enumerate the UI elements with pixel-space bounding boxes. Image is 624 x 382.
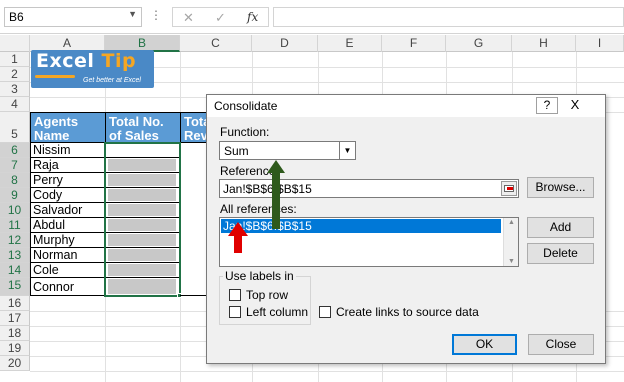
annotation-arrows bbox=[228, 160, 285, 253]
red-arrow bbox=[228, 222, 248, 253]
green-arrow bbox=[267, 160, 285, 229]
